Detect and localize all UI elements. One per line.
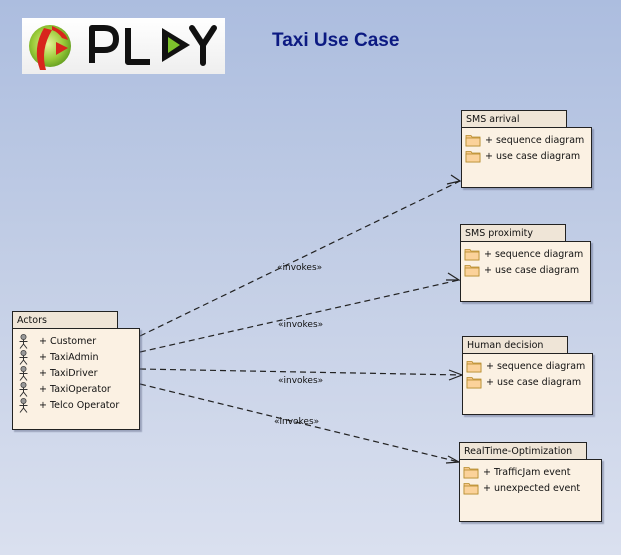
folder-icon xyxy=(465,135,481,147)
actor-label: + TaxiOperator xyxy=(39,383,111,395)
folder-icon xyxy=(463,483,479,495)
package-tab: SMS arrival xyxy=(461,110,567,127)
folder-icon xyxy=(465,151,481,163)
package-item-label: + sequence diagram xyxy=(485,134,585,146)
actor-icon xyxy=(19,333,28,349)
package-item-label: + sequence diagram xyxy=(486,360,586,372)
actor-item[interactable]: + TaxiDriver xyxy=(13,365,139,381)
package-item-label: + use case diagram xyxy=(484,264,580,276)
package-body: + sequence diagram + use case diagram xyxy=(462,353,593,415)
package-tab: Human decision xyxy=(462,336,568,353)
edge-label: «invokes» xyxy=(278,320,324,330)
package-tab: RealTime-Optimization xyxy=(459,442,587,459)
folder-icon xyxy=(464,265,480,277)
package-body: + sequence diagram + use case diagram xyxy=(461,127,592,188)
actor-icon xyxy=(19,365,28,381)
folder-icon xyxy=(466,361,482,373)
actor-icon xyxy=(19,349,28,365)
package-item-label: + unexpected event xyxy=(483,482,581,494)
package-body: + TrafficJam event + unexpected event xyxy=(459,459,602,522)
arrowhead-icon xyxy=(445,455,462,464)
edge-label: «invokes» xyxy=(274,417,320,427)
actor-label: + TaxiAdmin xyxy=(39,351,99,363)
arrowhead-icon xyxy=(446,272,462,281)
package-item[interactable]: + use case diagram xyxy=(463,374,592,390)
folder-icon xyxy=(466,377,482,389)
arrowhead-icon xyxy=(446,174,462,185)
package-item-label: + sequence diagram xyxy=(484,248,584,260)
package-item-label: + use case diagram xyxy=(485,150,581,162)
actor-label: + Telco Operator xyxy=(39,399,120,411)
edge-label: «invokes» xyxy=(277,263,323,273)
actor-item[interactable]: + Customer xyxy=(13,333,139,349)
package-item[interactable]: + use case diagram xyxy=(461,262,590,278)
package-body: + sequence diagram + use case diagram xyxy=(460,241,591,302)
package-item[interactable]: + sequence diagram xyxy=(461,246,590,262)
package-item[interactable]: + TrafficJam event xyxy=(460,464,601,480)
invokes-edge-sms-arrival[interactable] xyxy=(139,180,461,337)
invokes-edge-sms-proximity[interactable] xyxy=(139,279,460,353)
edge-label: «invokes» xyxy=(278,376,324,386)
actor-item[interactable]: + TaxiAdmin xyxy=(13,349,139,365)
folder-icon xyxy=(464,249,480,261)
actor-icon xyxy=(19,397,28,413)
package-item[interactable]: + use case diagram xyxy=(462,148,591,164)
package-item-label: + TrafficJam event xyxy=(483,466,571,478)
actor-label: + Customer xyxy=(39,335,97,347)
actor-label: + TaxiDriver xyxy=(39,367,98,379)
package-item-label: + use case diagram xyxy=(486,376,582,388)
actor-item[interactable]: + Telco Operator xyxy=(13,397,139,413)
folder-icon xyxy=(463,467,479,479)
package-item[interactable]: + sequence diagram xyxy=(463,358,592,374)
actor-icon xyxy=(19,381,28,397)
package-tab: SMS proximity xyxy=(460,224,566,241)
package-item[interactable]: + unexpected event xyxy=(460,480,601,496)
actor-item[interactable]: + TaxiOperator xyxy=(13,381,139,397)
invokes-edge-human-decision[interactable] xyxy=(139,368,463,376)
package-tab: Actors xyxy=(12,311,118,328)
package-item[interactable]: + sequence diagram xyxy=(462,132,591,148)
package-body: + Customer + TaxiAdmin + TaxiDriver + Ta… xyxy=(12,328,140,430)
